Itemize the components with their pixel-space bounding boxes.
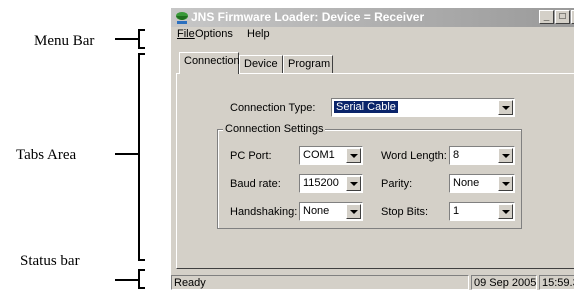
baud-rate-value: 115200 xyxy=(303,177,339,189)
tab-connection[interactable]: Connection xyxy=(179,52,240,74)
parity-dropdown-icon[interactable] xyxy=(498,176,513,191)
pc-port-dropdown-icon[interactable] xyxy=(346,148,361,163)
pc-port-label: PC Port: xyxy=(230,150,272,162)
status-bar: Ready 09 Sep 2005 15:59.3 xyxy=(171,275,574,290)
status-bar-brace xyxy=(115,269,145,289)
parity-label: Parity: xyxy=(381,178,413,190)
tab-device[interactable]: Device xyxy=(239,55,283,73)
tabs-area-brace xyxy=(115,53,145,261)
status-date-pane: 09 Sep 2005 xyxy=(471,275,537,290)
connection-settings-title: Connection Settings xyxy=(223,123,326,135)
connection-type-dropdown-icon[interactable] xyxy=(498,100,513,115)
app-window: JNS Firmware Loader: Device = Receiver _… xyxy=(171,8,574,290)
status-time: 15:59.3 xyxy=(542,277,574,289)
word-length-value: 8 xyxy=(453,149,460,161)
handshaking-select[interactable]: None xyxy=(299,202,363,221)
menu-file[interactable]: File xyxy=(177,28,195,40)
menu-options[interactable]: Options xyxy=(195,28,233,40)
status-text-pane: Ready xyxy=(171,275,469,290)
pc-port-select[interactable]: COM1 xyxy=(299,146,363,165)
window-title: JNS Firmware Loader: Device = Receiver xyxy=(191,10,425,24)
menu-help[interactable]: Help xyxy=(247,28,270,40)
parity-value: None xyxy=(453,177,480,189)
minimize-button[interactable]: _ xyxy=(539,10,554,24)
stop-bits-dropdown-icon[interactable] xyxy=(498,204,513,219)
connection-type-select[interactable]: Serial Cable xyxy=(331,98,515,117)
tab-program[interactable]: Program xyxy=(283,55,333,73)
stop-bits-value: 1 xyxy=(453,205,460,217)
baud-rate-dropdown-icon[interactable] xyxy=(346,176,361,191)
pc-port-value: COM1 xyxy=(303,149,335,161)
annotation-tabs-area: Tabs Area xyxy=(16,147,77,163)
handshaking-value: None xyxy=(303,205,330,217)
parity-select[interactable]: None xyxy=(449,174,515,193)
baud-rate-select[interactable]: 115200 xyxy=(299,174,363,193)
status-time-pane: 15:59.3 xyxy=(539,275,574,290)
app-icon xyxy=(176,12,188,24)
connection-type-value: Serial Cable xyxy=(334,101,398,113)
status-text: Ready xyxy=(174,277,206,289)
tabs-area: Connection Device Program Connection Typ… xyxy=(171,43,574,273)
menu-bar-brace xyxy=(115,29,145,49)
stop-bits-label: Stop Bits: xyxy=(381,206,429,218)
connection-type-label: Connection Type: xyxy=(230,102,316,114)
title-bar[interactable]: JNS Firmware Loader: Device = Receiver _… xyxy=(171,8,574,27)
annotation-status-bar: Status bar xyxy=(20,253,80,269)
stop-bits-select[interactable]: 1 xyxy=(449,202,515,221)
word-length-label: Word Length: xyxy=(381,150,447,162)
maximize-button[interactable]: □ xyxy=(555,10,570,24)
annotation-menu-bar: Menu Bar xyxy=(34,33,95,49)
handshaking-label: Handshaking: xyxy=(230,206,298,218)
baud-rate-label: Baud rate: xyxy=(230,178,281,190)
handshaking-dropdown-icon[interactable] xyxy=(346,204,361,219)
menu-bar: File Options Help xyxy=(171,27,574,42)
status-date: 09 Sep 2005 xyxy=(474,277,537,289)
word-length-dropdown-icon[interactable] xyxy=(498,148,513,163)
word-length-select[interactable]: 8 xyxy=(449,146,515,165)
